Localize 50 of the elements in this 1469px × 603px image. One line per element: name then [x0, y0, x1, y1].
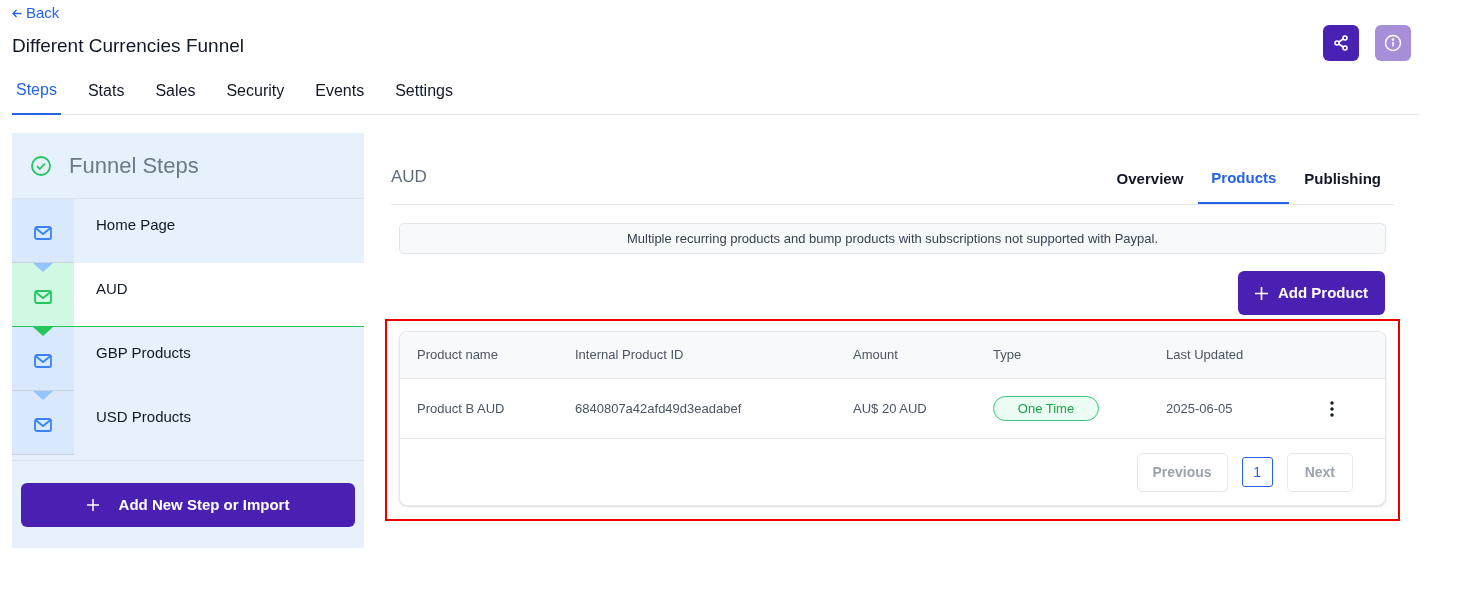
tab[interactable]: Publishing: [1291, 164, 1394, 204]
page-title: Different Currencies Funnel: [12, 34, 244, 58]
add-step-button[interactable]: Add New Step or Import: [21, 483, 355, 527]
step-title: AUD: [391, 165, 427, 188]
tab[interactable]: Steps: [12, 75, 61, 115]
tab[interactable]: Settings: [391, 75, 457, 115]
table-cell-text: 2025-06-05: [1166, 399, 1234, 418]
tab[interactable]: Overview: [1103, 164, 1197, 204]
table-cell-text: 6840807a42afd49d3eadabef: [575, 399, 743, 418]
step-name: GBP Products: [95, 343, 191, 363]
column-header: Amount: [853, 346, 899, 365]
tab[interactable]: Security: [222, 75, 289, 115]
step-name: AUD: [95, 279, 128, 299]
page-button[interactable]: 1: [1241, 457, 1273, 487]
funnel-step[interactable]: USD Products: [12, 391, 364, 455]
tab[interactable]: Stats: [83, 75, 129, 115]
sidebar-title: Funnel Steps: [69, 152, 199, 180]
column-header: Type: [993, 346, 1023, 365]
plus-icon: [86, 499, 99, 511]
share-icon: [1333, 35, 1349, 51]
arrow-left-icon: [12, 8, 22, 18]
back-link[interactable]: Back: [12, 4, 244, 22]
column-header: Internal Product ID: [575, 346, 685, 365]
info-icon: [1384, 34, 1402, 52]
funnel-step[interactable]: GBP Products: [12, 327, 364, 391]
connector-arrow-icon: [33, 327, 53, 336]
type-badge: One Time: [993, 395, 1099, 422]
table-cell-text: AU$ 20 AUD: [853, 399, 928, 418]
tab[interactable]: Events: [311, 75, 369, 115]
step-name: USD Products: [95, 407, 192, 427]
column-header: Product name: [417, 346, 499, 365]
envelope-icon: [34, 289, 52, 304]
funnel-step[interactable]: AUD: [12, 263, 364, 327]
envelope-icon: [34, 417, 52, 432]
tab[interactable]: Sales: [151, 75, 200, 115]
column-header: Last Updated: [1166, 346, 1245, 365]
plus-icon: [1255, 286, 1268, 300]
share-button[interactable]: [1323, 25, 1359, 61]
step-name: Home Page: [95, 215, 176, 235]
tab[interactable]: Products: [1198, 164, 1290, 204]
add-product-button[interactable]: Add Product: [1238, 271, 1385, 315]
envelope-icon: [34, 353, 52, 368]
connector-arrow-icon: [33, 263, 53, 272]
envelope-icon: [34, 225, 52, 240]
notice-banner: Multiple recurring products and bump products with subscriptions not supported with Paypal.: [399, 223, 1386, 254]
table-cell-text: Product B AUD: [417, 399, 506, 418]
vertical-dots-icon: [1330, 400, 1334, 417]
connector-arrow-icon: [33, 391, 53, 400]
funnel-step[interactable]: Home Page: [12, 199, 364, 263]
check-circle-icon: [31, 155, 51, 176]
